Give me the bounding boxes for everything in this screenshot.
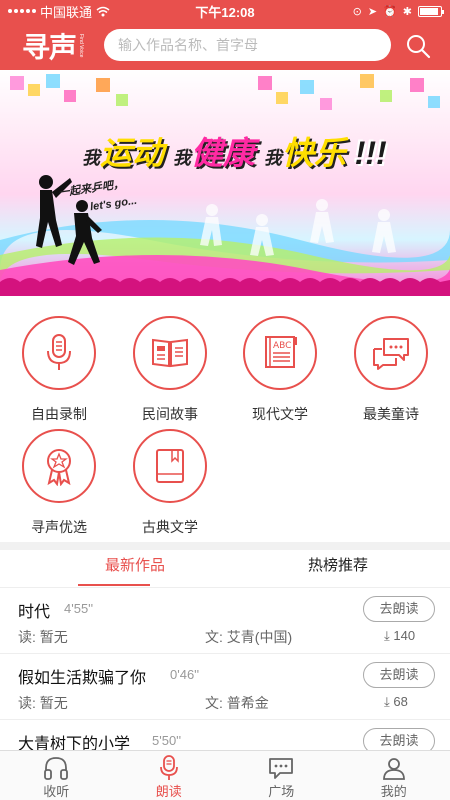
category-folk-stories[interactable]: 民间故事	[120, 296, 220, 422]
category-classical-literature[interactable]: 古典文学	[120, 409, 220, 535]
nav-read[interactable]: 朗读	[113, 751, 226, 800]
work-reader: 读: 暂无	[18, 629, 68, 645]
category-childrens-poems[interactable]: 最美童诗	[341, 296, 441, 422]
banner-title: 我运动 我健康 我快乐 !!!	[82, 135, 387, 171]
nav-listen[interactable]: 收听	[0, 751, 113, 800]
work-title: 大青树下的小学	[18, 736, 131, 750]
category-free-recording[interactable]: 自由录制	[9, 296, 109, 422]
nav-square[interactable]: 广场	[225, 751, 338, 800]
work-duration: 0'46''	[170, 667, 200, 682]
chat-bubbles-icon	[373, 338, 409, 370]
work-reader: 读: 暂无	[18, 695, 68, 711]
works-list: 时代 4'55'' 去朗读 读: 暂无 文: 艾青(中国) ⤓ 140 假如生活…	[0, 588, 450, 750]
list-item[interactable]: 大青树下的小学 5'50'' 去朗读	[0, 720, 450, 750]
go-read-button[interactable]: 去朗读	[363, 728, 435, 750]
list-item[interactable]: 时代 4'55'' 去朗读 读: 暂无 文: 艾青(中国) ⤓ 140	[0, 588, 450, 654]
search-placeholder: 输入作品名称、首字母	[118, 37, 258, 53]
promo-banner[interactable]: 我运动 我健康 我快乐 !!! 一起来乒吧， let's go...	[0, 70, 450, 296]
closed-book-icon	[156, 449, 184, 483]
tab-latest-works[interactable]: 最新作品	[55, 550, 215, 588]
work-author: 文: 普希金	[205, 695, 269, 711]
section-divider	[0, 542, 450, 550]
category-modern-literature[interactable]: ABC 现代文学	[230, 296, 330, 422]
nav-mine[interactable]: 我的	[338, 751, 450, 800]
status-time: 下午12:08	[195, 4, 255, 20]
status-bar: 中国联通 下午12:08 ⊙ ➤ ⏰ ✱	[0, 0, 450, 22]
chat-icon	[269, 758, 294, 779]
category-label: 古典文学	[142, 519, 198, 535]
app-logo: 寻声 Find Voice	[22, 32, 85, 63]
header: 中国联通 下午12:08 ⊙ ➤ ⏰ ✱ 寻声 Find Voice 输入作品名…	[0, 0, 450, 70]
microphone-icon	[159, 755, 178, 780]
tab-hot-recommend[interactable]: 热榜推荐	[258, 550, 418, 588]
play-count: ⤓ 140	[384, 628, 416, 643]
download-icon: ⤓	[384, 628, 394, 643]
work-duration: 4'55''	[64, 601, 94, 616]
works-tabs: 最新作品 热榜推荐	[0, 550, 450, 588]
list-item[interactable]: 假如生活欺骗了你 0'46'' 去朗读 读: 暂无 文: 普希金 ⤓ 68	[0, 654, 450, 720]
bottom-nav: 收听 朗读 广场 我的	[0, 750, 450, 800]
search-input[interactable]: 输入作品名称、首字母	[104, 29, 391, 61]
category-label: 现代文学	[252, 406, 308, 422]
headphones-icon	[44, 757, 69, 780]
abc-book-icon: ABC	[265, 336, 297, 368]
category-featured[interactable]: 寻声优选	[9, 409, 109, 535]
open-book-icon	[152, 338, 188, 368]
battery-icon	[418, 5, 444, 17]
work-title: 假如生活欺骗了你	[18, 670, 147, 687]
category-grid: 自由录制 民间故事 ABC 现代文学 最美童诗 寻声优选 古典文学	[0, 296, 450, 542]
search-icon[interactable]	[404, 32, 432, 60]
microphone-icon	[47, 334, 71, 370]
go-read-button[interactable]: 去朗读	[363, 662, 435, 688]
badge-ribbon-icon	[47, 449, 71, 486]
category-label: 最美童诗	[363, 406, 419, 422]
work-author: 文: 艾青(中国)	[205, 629, 293, 645]
work-title: 时代	[18, 604, 51, 621]
download-icon: ⤓	[384, 694, 394, 709]
category-label: 寻声优选	[31, 519, 87, 535]
play-count: ⤓ 68	[384, 694, 408, 709]
user-icon	[382, 758, 405, 780]
work-duration: 5'50''	[152, 733, 182, 748]
go-read-button[interactable]: 去朗读	[363, 596, 435, 622]
svg-text:ABC: ABC	[273, 341, 291, 351]
